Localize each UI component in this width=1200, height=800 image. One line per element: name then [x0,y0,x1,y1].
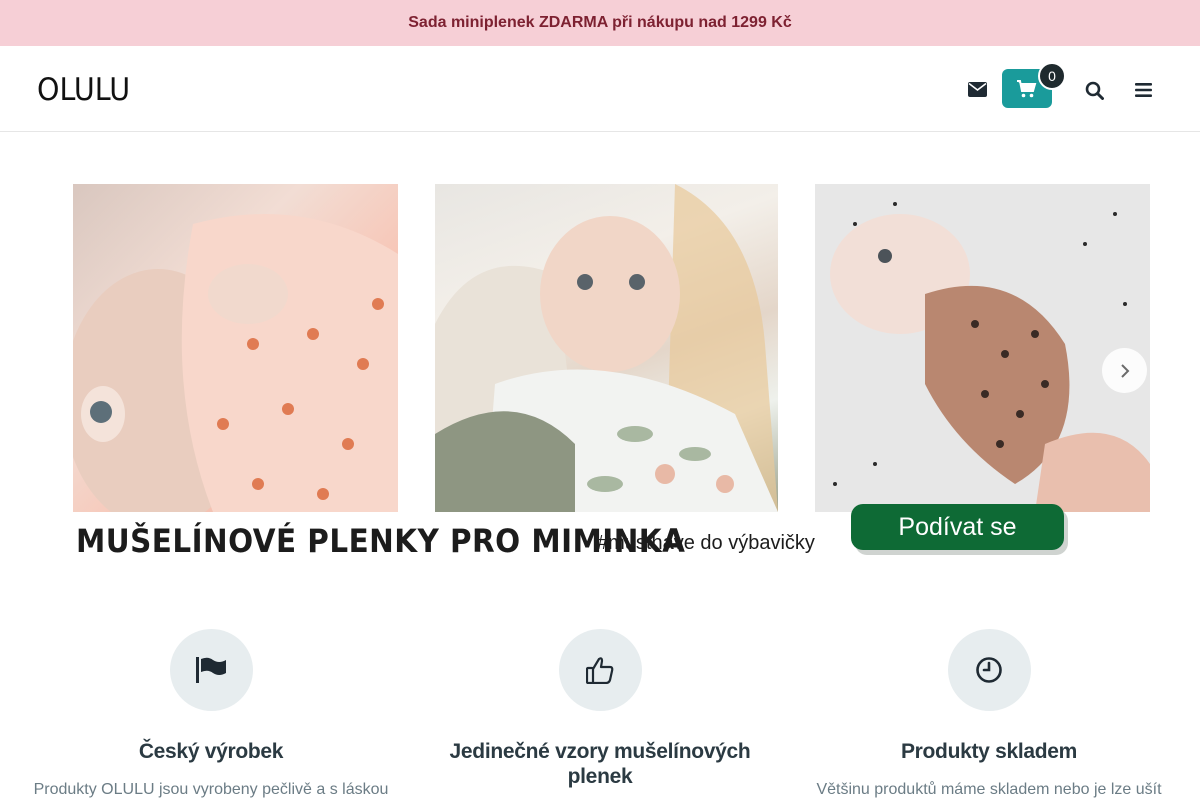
banner-hashtag: #musthave do výbavičky [597,532,815,554]
thumbs-up-icon [586,657,614,684]
carousel-next-button[interactable] [1102,348,1147,393]
hamburger-menu-icon [1134,83,1152,97]
envelope-icon [967,81,987,97]
banner-headline: MUŠELÍNOVÉ PLENKY PRO MIMINKA [76,522,686,560]
search-button[interactable] [1080,76,1108,104]
feature-unique-patterns: Jedinečné vzory mušelínových plenek [420,629,780,800]
hero-banner[interactable]: MUŠELÍNOVÉ PLENKY PRO MIMINKA #musthave … [36,150,1164,575]
feature-icon-wrap [558,629,642,711]
search-icon [1085,81,1104,100]
promo-bar: Sada miniplenek ZDARMA při nákupu nad 12… [0,0,1200,46]
banner-photo-baby-leopard-cloth [815,184,1150,512]
feature-text: Produkty OLULU jsou vyrobeny pečlivě a s… [33,781,389,798]
banner-photo-baby-pink-blanket [73,184,398,512]
feature-in-stock: Produkty skladem Většinu produktů máme s… [809,629,1169,800]
feature-icon-wrap [947,629,1031,711]
menu-button[interactable] [1130,76,1156,104]
feature-czech-product: Český výrobek Produkty OLULU jsou vyrobe… [31,629,391,800]
feature-title: Produkty skladem [900,740,1078,763]
promo-text: Sada miniplenek ZDARMA při nákupu nad 12… [408,14,792,31]
banner-cta-button[interactable]: Podívat se [851,504,1064,550]
feature-title: Jedinečné vzory mušelínových plenek [449,740,751,788]
banner-photo-baby-on-shoulder [435,184,778,512]
chevron-right-icon [1120,363,1129,378]
site-header: OLULU 0 [0,46,1200,132]
site-logo[interactable]: OLULU [37,72,130,108]
clock-icon [976,657,1002,683]
feature-text: Většinu produktů máme skladem nebo je lz… [816,781,1162,798]
cart-count-badge: 0 [1038,62,1066,90]
feature-icon-wrap [169,629,253,711]
feature-title: Český výrobek [138,740,284,763]
contact-button[interactable] [962,76,992,102]
flag-icon [196,657,226,683]
cart-icon [1017,79,1037,97]
